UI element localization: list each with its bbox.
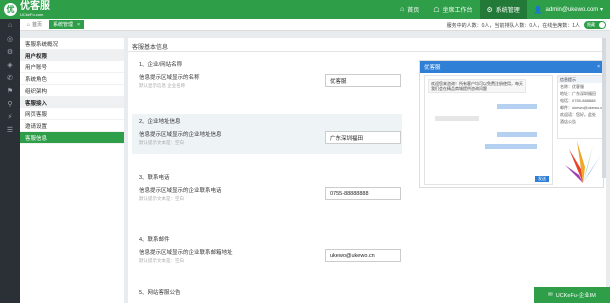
company-address-input[interactable]: 广东深圳福田 — [325, 131, 401, 144]
setting-section-address: 2、企业地址信息 信息提示区域显示的企业地址信息 默认提示文本是：空白 广东深圳… — [132, 114, 402, 154]
page-title: 客服基本信息 — [132, 45, 169, 51]
main-panel: 客服基本信息 1、企业/网站名称 信息提示区域显示的名称 默认显示信息 企业名称… — [128, 38, 606, 303]
sidebar-settings-icon[interactable]: ⚙ — [0, 45, 20, 58]
sidebar-item-service-info[interactable]: 客服信息 — [20, 132, 124, 144]
topnav-system-admin[interactable]: ⚙ 系统管理 — [479, 0, 527, 19]
sidebar-item-invite-settings[interactable]: 邀请设置 — [20, 120, 124, 132]
sidebar-flag-icon[interactable]: ⚑ — [0, 84, 20, 97]
icon-sidebar: ⌂ ◎ ⚙ ◈ ✆ ⚑ ⚲ ⚡ ☰ — [0, 19, 20, 303]
sidebar-item-org-structure[interactable]: 组织架构 — [20, 85, 124, 97]
scrollbar[interactable] — [602, 38, 606, 178]
section-title: 5、网站客服公告 — [139, 290, 181, 296]
mail-icon: ✉ — [548, 292, 553, 298]
preview-message-bubble — [497, 104, 537, 109]
section-desc: 信息提示区域显示的名称 — [139, 75, 200, 81]
section-hint: 默认显示信息 企业名称 — [139, 83, 186, 88]
preview-info-title: 信息提示 — [558, 76, 602, 83]
preview-welcome-message: 欢迎您来咨询！所有客户均可以免费注册使用，每天我们会在精品商城提供咨询问题 — [428, 79, 526, 93]
sidebar-group-service-access: 客服接入 — [20, 97, 124, 108]
company-phone-input[interactable]: 0755-88888888 — [325, 187, 401, 200]
sidebar-target-icon[interactable]: ◎ — [0, 32, 20, 45]
sidebar-item-user-accounts[interactable]: 用户账号 — [20, 61, 124, 73]
logo-text-wrap: 优客服 UCkeFu.com — [20, 1, 50, 18]
top-nav: ⌂ 首页 ☖ 坐席工作台 ⚙ 系统管理 👤 admin@ukewo.com ▾ — [393, 0, 610, 19]
preview-title: 优客服 — [424, 65, 441, 71]
topnav-home-label: 首页 — [407, 8, 420, 14]
sidebar-tag-icon[interactable]: ◈ — [0, 58, 20, 71]
section-hint: 默认提示文本是：空白 — [139, 258, 184, 263]
section-desc: 信息提示区域显示的企业联系电话 — [139, 188, 222, 194]
logo-text: 优客服 — [20, 1, 50, 12]
service-status: 服务中的人数：0人，当前排队人数：0人，在线坐席数：1人 隐藏 — [447, 21, 606, 29]
sidebar-home-icon[interactable]: ⌂ — [0, 19, 20, 32]
workbench-icon: ☖ — [433, 6, 440, 14]
section-title: 3、联系电话 — [139, 175, 170, 181]
sidebar-item-system-roles[interactable]: 系统角色 — [20, 73, 124, 85]
preview-close-icon: × — [597, 64, 600, 70]
setting-section-notice: 5、网站客服公告 — [132, 284, 402, 300]
topnav-home[interactable]: ⌂ 首页 — [393, 0, 426, 19]
tab-home-label: 首页 — [32, 22, 43, 28]
company-name-input[interactable]: 优客服 — [325, 74, 401, 87]
section-hint: 默认提示文本是：空白 — [139, 140, 184, 145]
im-widget-button[interactable]: ✉ UCKeFu-企业IM — [534, 287, 610, 303]
top-bar: 优 优客服 UCkeFu.com ⌂ 首页 ☖ 坐席工作台 ⚙ 系统管理 👤 admin… — [0, 0, 610, 19]
section-desc: 信息提示区域显示的企业地址信息 — [139, 132, 222, 138]
sidebar-lightning-icon[interactable]: ⚡ — [0, 110, 20, 123]
sidebar-group-user-permissions: 用户权限 — [20, 50, 124, 61]
tab-home[interactable]: ⌂ 首页 — [23, 20, 46, 29]
preview-info-row: 邮件：ukewo@ukewo.cn — [560, 104, 602, 110]
user-menu-label: admin@ukewo.com ▾ — [545, 7, 603, 13]
preview-info-row: 电话：0755-888888 — [560, 97, 596, 103]
preview-brand-artwork — [565, 141, 601, 183]
home-icon: ⌂ — [399, 6, 405, 13]
settings-sidebar: 客服系统概况 用户权限 用户账号 系统角色 组织架构 客服接入 网页客服 邀请设… — [20, 38, 124, 303]
gear-icon: ⚙ — [486, 6, 493, 14]
section-title: 4、联系邮件 — [139, 237, 170, 243]
preview-info-row: 酒店公告 — [560, 118, 576, 124]
preview-message-bubble — [497, 132, 537, 137]
tab-home-icon: ⌂ — [27, 21, 31, 28]
title-divider — [128, 51, 606, 52]
setting-section-phone: 3、联系电话 信息提示区域显示的企业联系电话 默认提示文本是：空白 0755-8… — [132, 170, 402, 212]
preview-info-row: 名称：优客服 — [560, 83, 584, 89]
sidebar-phone-icon[interactable]: ✆ — [0, 71, 20, 84]
sidebar-item-system-overview[interactable]: 客服系统概况 — [20, 38, 124, 50]
tab-system-admin[interactable]: 系统管理 × — [49, 20, 84, 29]
status-toggle[interactable]: 隐藏 — [584, 21, 606, 29]
logo-icon: 优 — [4, 3, 17, 16]
section-desc: 信息提示区域显示的企业联系邮箱地址 — [139, 250, 233, 256]
preview-info-panel: 信息提示 名称：优客服 地址：广东深圳福田 电话：0755-888888 邮件：… — [557, 75, 603, 139]
tab-bar: ⌂ 首页 系统管理 × 服务中的人数：0人，当前排队人数：0人，在线坐席数：1人 隐… — [20, 19, 610, 31]
setting-section-name: 1、企业/网站名称 信息提示区域显示的名称 默认显示信息 企业名称 优客服 — [132, 56, 402, 98]
tab-system-label: 系统管理 — [53, 22, 74, 28]
topnav-workbench-label: 坐席工作台 — [442, 8, 473, 14]
app-logo[interactable]: 优 优客服 UCkeFu.com — [4, 2, 50, 17]
setting-section-email: 4、联系邮件 信息提示区域显示的企业联系邮箱地址 默认提示文本是：空白 ukew… — [132, 232, 402, 274]
section-title: 2、企业地址信息 — [139, 119, 181, 125]
service-status-text: 服务中的人数：0人，当前排队人数：0人，在线坐席数：1人 — [446, 22, 580, 29]
user-icon: 👤 — [533, 6, 543, 14]
preview-message-bubble — [485, 144, 537, 149]
preview-info-row: 地址：广东深圳福田 — [560, 90, 596, 96]
chat-window-preview: 优客服 × 欢迎您来咨询！所有客户均可以免费注册使用，每天我们会在精品商城提供咨… — [419, 60, 604, 188]
preview-message-bubble — [435, 116, 479, 121]
sidebar-item-web-service[interactable]: 网页客服 — [20, 108, 124, 120]
close-icon[interactable]: × — [77, 22, 80, 28]
topnav-system-label: 系统管理 — [495, 8, 520, 14]
preview-chat-area: 欢迎您来咨询！所有客户均可以免费注册使用，每天我们会在精品商城提供咨询问题 发送 — [424, 75, 553, 185]
user-menu[interactable]: 👤 admin@ukewo.com ▾ — [527, 0, 610, 19]
logo-subtext: UCkeFu.com — [20, 12, 44, 17]
preview-header: 优客服 × — [420, 61, 603, 73]
sidebar-search-icon[interactable]: ⚲ — [0, 97, 20, 110]
preview-info-row: 欢迎语：您好。此处 — [560, 111, 596, 117]
im-widget-label: UCKeFu-企业IM — [555, 293, 596, 299]
company-email-input[interactable]: ukewo@ukewo.cn — [325, 249, 401, 262]
section-hint: 默认提示文本是：空白 — [139, 196, 184, 201]
sidebar-menu-icon[interactable]: ☰ — [0, 123, 20, 136]
preview-send-button: 发送 — [535, 176, 549, 182]
section-title: 1、企业/网站名称 — [139, 62, 183, 68]
topnav-agent-workbench[interactable]: ☖ 坐席工作台 — [426, 0, 479, 19]
